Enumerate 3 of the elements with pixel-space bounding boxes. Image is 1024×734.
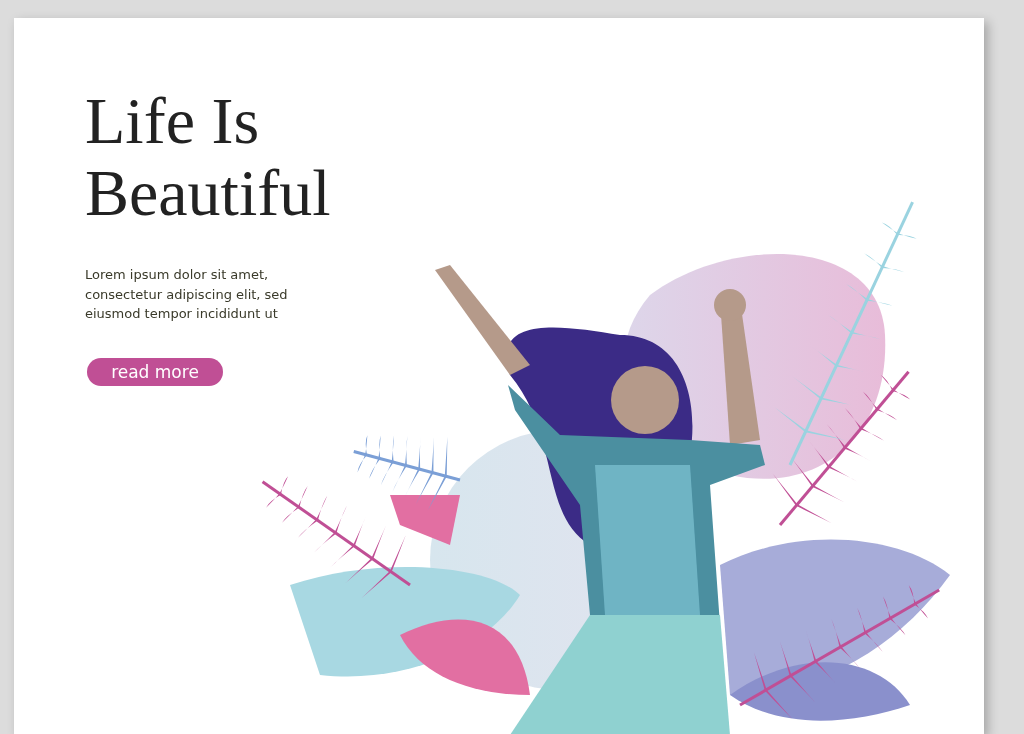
hero-description: Lorem ipsum dolor sit amet, consectetur adipiscing elit, sed eiusmod tempor incididunt ut	[85, 266, 289, 323]
read-more-button[interactable]: read more	[87, 357, 223, 386]
hero-title: Life Is Beautiful	[85, 85, 332, 229]
